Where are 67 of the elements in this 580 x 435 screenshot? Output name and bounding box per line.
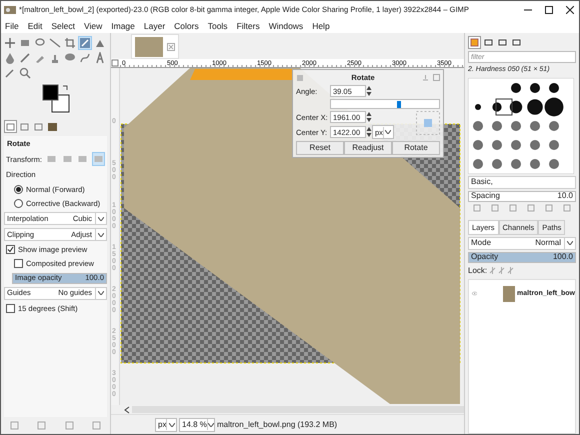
eye-icon[interactable] (472, 290, 478, 298)
menu-item[interactable]: Layer (144, 20, 166, 32)
dialog-button[interactable]: Rotate (392, 141, 440, 156)
tool-button[interactable] (3, 51, 17, 65)
layer-thumbnail (503, 286, 516, 302)
scroll-left-icon[interactable] (123, 406, 132, 414)
image-tab[interactable] (131, 34, 179, 59)
zoom-dropdown[interactable]: 14.8 % (179, 418, 215, 432)
eyedropper-icon (4, 67, 16, 79)
pivot-grid-icon[interactable] (416, 111, 440, 136)
thumbnail-placeholder (135, 36, 163, 56)
lock-label: Lock: (468, 264, 488, 277)
quick-mask-icon[interactable] (111, 59, 120, 67)
preset-dropdown[interactable]: Basic, (468, 176, 576, 188)
menu-item[interactable]: Colors (174, 20, 199, 32)
caret-icon (567, 241, 573, 246)
mode-dropdown[interactable]: Mode Normal (468, 236, 576, 250)
transform-icon (79, 37, 91, 49)
dialog-button[interactable]: Reset (296, 141, 344, 156)
zoom-icon (19, 67, 31, 79)
angle-slider[interactable] (330, 99, 440, 110)
caret-icon (98, 232, 104, 236)
move-icon (4, 37, 16, 49)
panel-tab[interactable] (46, 120, 59, 133)
menu-item[interactable]: Filters (236, 20, 260, 32)
spacing-field[interactable]: Spacing 10.0 (468, 190, 576, 202)
dialog-button[interactable]: Readjust (344, 141, 392, 156)
pin-icon[interactable] (422, 74, 429, 82)
menu-item[interactable]: Select (51, 20, 75, 32)
transform-mode-button[interactable] (92, 152, 105, 166)
caret-icon (98, 291, 104, 295)
paint-drop-icon (4, 52, 16, 64)
tool-button[interactable] (3, 36, 17, 50)
panel-tab[interactable] (468, 36, 481, 49)
menu-item[interactable]: View (84, 20, 102, 32)
text-icon (94, 52, 106, 64)
tool-button[interactable] (78, 36, 92, 50)
unit-dropdown[interactable]: px (155, 418, 177, 432)
maximize-icon[interactable] (545, 6, 553, 14)
opacity-slider[interactable]: Opacity 100.0 (468, 252, 576, 263)
tool-button[interactable] (78, 51, 92, 65)
menu-item[interactable]: File (5, 20, 19, 32)
spin-arrows-icon[interactable] (366, 111, 372, 124)
menu-item[interactable]: Help (312, 20, 330, 32)
menu-item[interactable]: Tools (208, 20, 228, 32)
checkmark-icon (7, 246, 14, 254)
image-icon (48, 122, 57, 130)
tool-button[interactable] (48, 36, 62, 50)
caret-icon (385, 130, 392, 134)
gimp-logo-icon (4, 5, 16, 15)
path-icon (79, 52, 91, 64)
menu-item[interactable]: Edit (28, 20, 42, 32)
caret-icon (168, 422, 175, 426)
caret-icon (208, 422, 214, 426)
brush-swatch-icon (470, 38, 479, 47)
spin-arrows-icon[interactable] (366, 85, 372, 98)
tool-button[interactable] (18, 66, 32, 80)
caret-icon (98, 216, 104, 220)
menu-item[interactable]: Windows (268, 20, 304, 32)
tool-button[interactable] (63, 36, 77, 50)
stamp-icon (49, 52, 61, 64)
menu-item[interactable]: Image (111, 20, 135, 32)
file-info: maltron_left_bowl.png (193.2 MB) (217, 418, 338, 430)
crop-icon (64, 37, 76, 49)
spin-arrows-icon[interactable] (366, 126, 372, 138)
rectangle-select-icon (19, 37, 31, 49)
line-icon (49, 37, 61, 49)
